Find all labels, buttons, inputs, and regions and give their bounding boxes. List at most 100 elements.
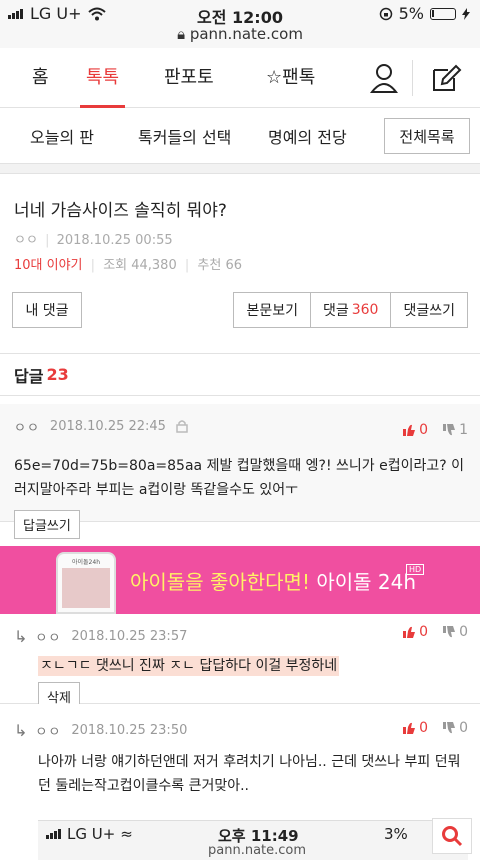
charging-icon: [462, 7, 470, 20]
comments-button[interactable]: 댓글 360: [309, 293, 391, 327]
user-icon: [369, 64, 399, 93]
upvote-count: 0: [419, 720, 429, 736]
subnav-hall-of-fame[interactable]: 명예의 전당: [268, 124, 347, 148]
reply-arrow-icon: ↳: [14, 720, 28, 740]
write-comment-button[interactable]: 댓글쓰기: [390, 293, 467, 327]
upvote-button[interactable]: 0: [402, 720, 428, 736]
thumbs-up-icon: [403, 424, 416, 436]
comment-user: ㅇㅇ: [35, 724, 62, 740]
url-bar[interactable]: 🔒︎ pann.nate.com: [0, 25, 480, 43]
tab-home[interactable]: 홈: [22, 48, 59, 108]
tab-panphoto[interactable]: 판포토: [154, 48, 224, 108]
battery-percent: 5%: [398, 4, 424, 23]
comment-actions: 답글쓰기: [14, 510, 466, 539]
replies-label: 답글: [14, 366, 44, 386]
subnav-today[interactable]: 오늘의 판: [30, 124, 94, 148]
ad-main-text: 아이돌 24h: [316, 570, 417, 594]
post-action-group: 본문보기 댓글 360 댓글쓰기: [233, 292, 468, 328]
comments-count: 360: [351, 302, 379, 318]
upvote-button[interactable]: 0: [402, 624, 428, 640]
comment-user: ㅇㅇ: [14, 420, 40, 436]
edit-icon: [433, 64, 462, 91]
upvote-count: 0: [419, 624, 429, 640]
meta-divider: |: [184, 258, 190, 273]
write-button[interactable]: [426, 58, 466, 98]
post-author: ㅇㅇ: [14, 233, 38, 248]
ad-highlight-text: 아이돌을 좋아한다면!: [130, 570, 310, 594]
downvote-button[interactable]: 0: [442, 720, 468, 736]
downvote-count: 0: [459, 720, 468, 736]
search-button[interactable]: [432, 818, 472, 854]
upvote-button[interactable]: 0: [402, 422, 428, 438]
tab-pantalk[interactable]: ☆팬톡: [256, 48, 325, 108]
post-header: 너네 가슴사이즈 솔직히 뭐야? ㅇㅇ | 2018.10.25 00:55 1…: [0, 174, 480, 280]
ad-phone-image: 아이돌24h: [56, 552, 116, 614]
nav-divider: [412, 60, 413, 96]
reply-arrow-icon: ↳: [14, 626, 28, 646]
main-nav: 홈 톡톡 판포토 ☆팬톡: [0, 48, 480, 108]
tab-toktok[interactable]: 톡톡: [76, 48, 129, 108]
thumbs-up-icon: [403, 722, 416, 734]
url-text: pann.nate.com: [189, 25, 303, 43]
user-button[interactable]: [364, 58, 404, 98]
comment-body: ㅈㄴㄱㄷ 댓쓰니 진짜 ㅈㄴ 답답하다 이걸 부정하네: [14, 654, 466, 678]
comment-date: 2018.10.25 22:45: [49, 418, 166, 434]
my-comment-button[interactable]: 내 댓글: [12, 292, 82, 328]
thumbs-down-icon: [443, 626, 456, 638]
post-meta-author: ㅇㅇ | 2018.10.25 00:55: [14, 229, 466, 248]
post-views: 조회 44,380: [103, 258, 177, 273]
comment-body: 65e=70d=75b=80a=85aa 제발 컵말했을때 엥?! 쓰니가 e컵…: [14, 458, 464, 498]
battery-icon: [430, 7, 456, 20]
post-meta-stats: 10대 이야기 | 조회 44,380 | 추천 66: [14, 254, 466, 273]
tab-panphoto-label: 판포토: [164, 66, 214, 88]
meta-divider: |: [45, 233, 50, 248]
status-right: 5%: [379, 4, 470, 23]
post-actions: 내 댓글 본문보기 댓글 360 댓글쓰기: [0, 280, 480, 354]
comments-label: 댓글: [322, 303, 349, 319]
ad-phone-picture: [62, 568, 110, 608]
replies-count: 23: [46, 365, 69, 384]
comment-votes: 0 0: [402, 720, 468, 736]
comment-body: 나아까 너랑 얘기하던앤데 저거 후려치기 나아님.. 근데 댓쓰나 부피 던뭐…: [38, 754, 461, 794]
downvote-count: 0: [459, 624, 468, 640]
embedded-battery: 3%: [384, 825, 408, 843]
sub-nav: 오늘의 판 톡커들의 선택 명예의 전당 전체목록: [0, 108, 480, 164]
star-icon: ☆: [266, 66, 283, 88]
rotation-lock-icon: [379, 7, 392, 20]
comment-item: ↳ ㅇㅇ 2018.10.25 23:57 0 0 ㅈㄴㄱㄷ 댓쓰니 진짜 ㅈㄴ…: [0, 614, 480, 711]
meta-divider: |: [90, 258, 96, 273]
wifi-icon: ≈: [120, 825, 133, 843]
comment-header: ㅇㅇ 2018.10.25 22:45: [14, 404, 466, 448]
comment-date: 2018.10.25 23:50: [71, 722, 188, 738]
upvote-count: 0: [419, 422, 429, 438]
search-icon: [442, 826, 463, 847]
lock-icon: 🔒︎: [177, 25, 186, 43]
downvote-button[interactable]: 0: [442, 624, 468, 640]
status-bar: LG U+ 오전 12:00 5% 🔒︎ pann.nate.com: [0, 0, 480, 48]
post-category[interactable]: 10대 이야기: [14, 258, 83, 273]
lock-icon: [176, 420, 188, 433]
post-date: 2018.10.25 00:55: [56, 233, 173, 248]
downvote-count: 1: [459, 422, 468, 438]
reply-button[interactable]: 답글쓰기: [14, 510, 80, 539]
comment-header: ↳ ㅇㅇ 2018.10.25 23:50: [14, 704, 466, 750]
comment-votes: 0 0: [402, 624, 468, 640]
embedded-carrier: LG U+: [67, 825, 116, 843]
comment-votes: 0 1: [402, 422, 468, 438]
ad-text: 아이돌을 좋아한다면! 아이돌 24h: [130, 566, 416, 595]
ad-phone-label: 아이돌24h: [72, 559, 100, 566]
subnav-tokker-choice[interactable]: 톡커들의 선택: [138, 124, 231, 148]
comment-header: ↳ ㅇㅇ 2018.10.25 23:57: [14, 614, 466, 654]
all-list-button[interactable]: 전체목록: [384, 118, 470, 154]
ad-banner[interactable]: 아이돌24h 아이돌을 좋아한다면! 아이돌 24h HD: [0, 546, 480, 614]
replies-header: 답글 23: [0, 354, 480, 396]
thumbs-down-icon: [443, 424, 456, 436]
thumbs-up-icon: [403, 626, 416, 638]
comment-date: 2018.10.25 23:57: [71, 628, 188, 644]
downvote-button[interactable]: 1: [442, 422, 468, 438]
signal-icon: [46, 825, 62, 843]
post-recommend: 추천 66: [197, 258, 243, 273]
section-separator: [0, 164, 480, 174]
tab-pantalk-label: 팬톡: [282, 66, 316, 88]
view-body-button[interactable]: 본문보기: [234, 293, 310, 327]
